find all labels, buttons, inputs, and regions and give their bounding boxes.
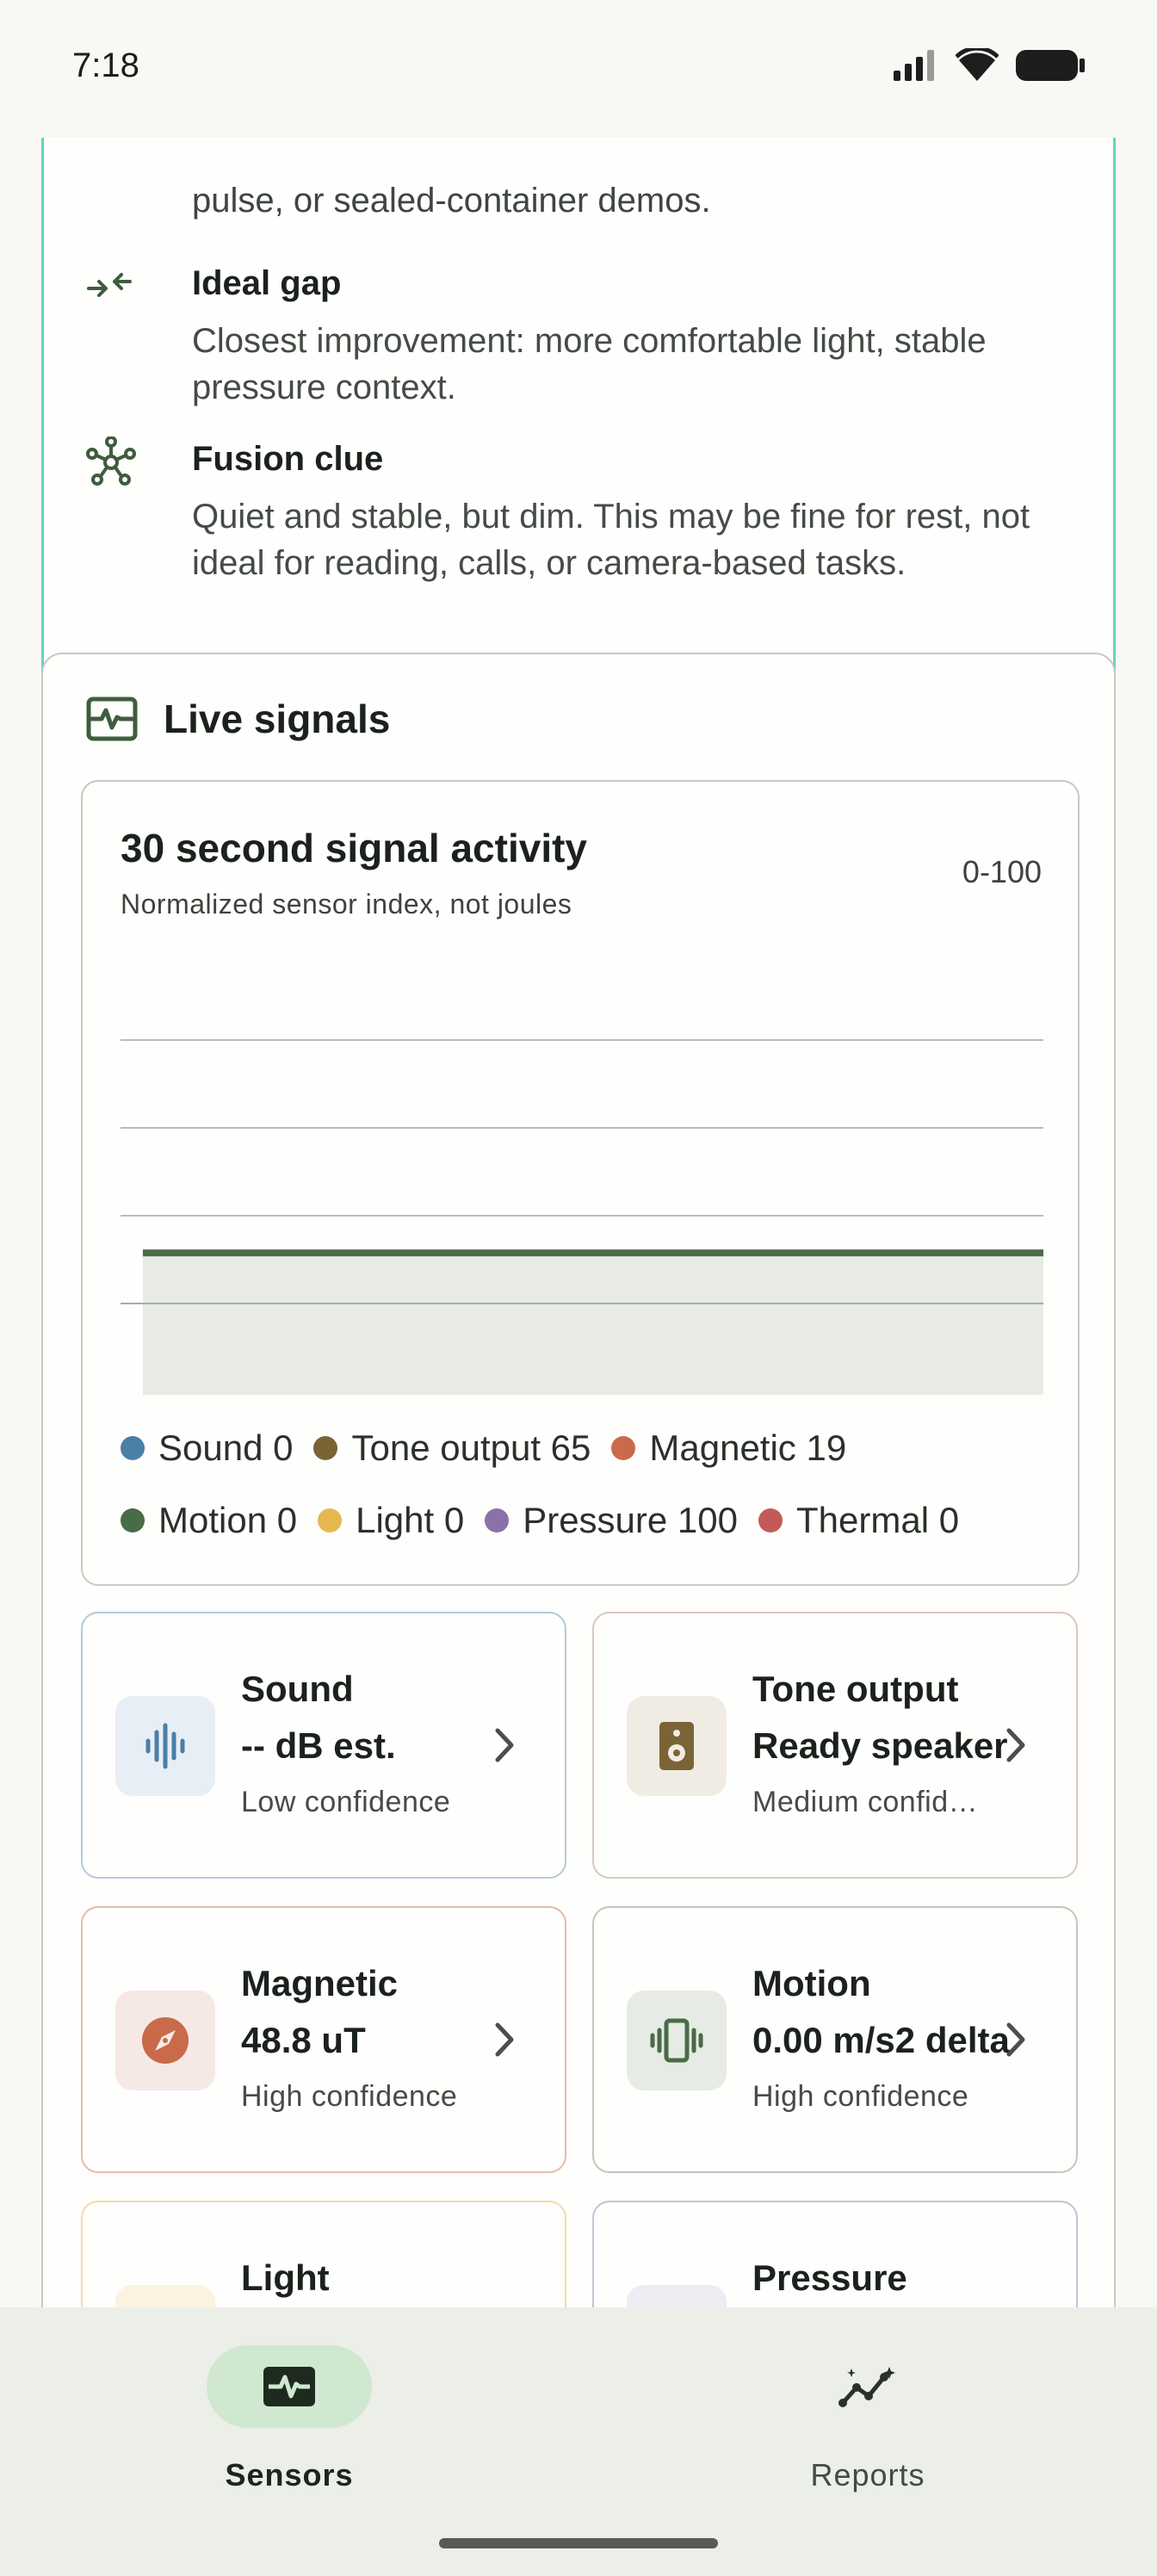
sensor-tile-title: Motion xyxy=(752,1963,871,2003)
sensor-tile-title: Tone output xyxy=(752,1669,959,1709)
status-time: 7:18 xyxy=(72,46,139,84)
hub-icon xyxy=(86,437,136,486)
legend-dot xyxy=(318,1508,343,1533)
chart-plot xyxy=(121,1039,1043,1395)
sensor-tile-confidence: Medium confidence xyxy=(752,1786,985,1818)
pressure-icon xyxy=(627,2285,727,2307)
compass-icon xyxy=(115,1991,215,2090)
compress-arrows-icon xyxy=(87,273,132,297)
sensor-tile-pressure[interactable]: Pressure xyxy=(592,2201,1078,2307)
legend-dot xyxy=(758,1508,783,1533)
legend-label: Pressure 100 xyxy=(523,1500,739,1540)
nav-sensors[interactable]: Sensors xyxy=(160,2345,418,2517)
insights-icon xyxy=(838,2367,895,2407)
scroll-area[interactable]: pulse, or sealed-container demos. Ideal … xyxy=(0,138,1157,2307)
vibration-icon xyxy=(627,1991,727,2090)
chevron-right-icon xyxy=(495,1728,514,1762)
chevron-right-icon xyxy=(495,2022,514,2057)
legend-label: Tone output 65 xyxy=(351,1427,591,1468)
legend-label: Sound 0 xyxy=(158,1427,294,1468)
graphic-eq-icon xyxy=(115,1696,215,1796)
legend-dot xyxy=(485,1508,510,1533)
nav-reports-label: Reports xyxy=(810,2457,925,2492)
sensor-tile-light[interactable]: Light xyxy=(81,2201,566,2307)
legend-label: Magnetic 19 xyxy=(649,1427,847,1468)
legend-item: Magnetic 19 xyxy=(611,1422,846,1474)
legend-dot xyxy=(611,1436,636,1460)
sensor-tile-value: Ready speaker xyxy=(752,1725,1008,1766)
monitor-heart-icon xyxy=(86,697,138,741)
live-signals-card: Live signals 30 second signal activity N… xyxy=(41,653,1116,2307)
chart-legend: Sound 0 Tone output 65 Magnetic 19 Motion 0… xyxy=(121,1422,1050,1546)
ideal-gap-title: Ideal gap xyxy=(192,264,342,302)
nav-reports-pill[interactable] xyxy=(785,2345,950,2428)
legend-dot xyxy=(121,1508,145,1533)
legend-item: Motion 0 xyxy=(121,1495,297,1546)
insight-text-top: pulse, or sealed-container demos. xyxy=(192,182,711,220)
light-icon xyxy=(115,2285,215,2307)
nav-sensors-pill[interactable] xyxy=(207,2345,372,2428)
sensor-tile-confidence: High confidence xyxy=(752,2080,969,2113)
sensor-tile-value: 0.00 m/s2 delta xyxy=(752,2020,1010,2060)
live-signals-header: Live signals xyxy=(86,696,390,742)
sensor-tile-tone-output[interactable]: Tone output Ready speaker Medium confidenc… xyxy=(592,1612,1078,1879)
legend-dot xyxy=(121,1436,145,1460)
chart-area-motion xyxy=(143,1253,1043,1395)
signal-icon xyxy=(894,50,934,81)
battery-icon xyxy=(1016,50,1085,81)
live-signals-title: Live signals xyxy=(164,697,391,741)
legend-label: Thermal 0 xyxy=(796,1500,960,1540)
sensor-tile-confidence: Low confidence xyxy=(241,1786,451,1818)
sensor-tile-title: Pressure xyxy=(752,2257,907,2298)
legend-item: Sound 0 xyxy=(121,1422,293,1474)
legend-label: Motion 0 xyxy=(158,1500,298,1540)
sensor-tile-title: Sound xyxy=(241,1669,354,1709)
wifi-icon xyxy=(956,48,999,81)
legend-item: Tone output 65 xyxy=(313,1422,591,1474)
sensor-tile-value: -- dB est. xyxy=(241,1725,396,1766)
chevron-right-icon xyxy=(1006,2022,1025,2057)
legend-item: Light 0 xyxy=(318,1495,464,1546)
sensor-tile-motion[interactable]: Motion 0.00 m/s2 delta High confidence xyxy=(592,1906,1078,2173)
signal-chart: 30 second signal activity Normalized sen… xyxy=(81,780,1080,1586)
nav-reports[interactable]: Reports xyxy=(739,2345,997,2517)
speaker-icon xyxy=(627,1696,727,1796)
sensor-tile-title: Magnetic xyxy=(241,1963,399,2003)
legend-dot xyxy=(313,1436,338,1460)
sensor-tile-confidence: High confidence xyxy=(241,2080,458,2113)
sensor-tile-magnetic[interactable]: Magnetic 48.8 uT High confidence xyxy=(81,1906,566,2173)
legend-label: Light 0 xyxy=(356,1500,465,1540)
legend-item: Thermal 0 xyxy=(758,1495,959,1546)
legend-item: Pressure 100 xyxy=(485,1495,738,1546)
bottom-nav: Sensors Reports xyxy=(0,2307,1157,2576)
home-indicator xyxy=(439,2538,718,2548)
sensor-tile-value: 48.8 uT xyxy=(241,2020,366,2060)
status-bar: 7:18 xyxy=(0,0,1157,138)
chevron-right-icon xyxy=(1006,1728,1025,1762)
sensor-tile-sound[interactable]: Sound -- dB est. Low confidence xyxy=(81,1612,566,1879)
sensor-tile-title: Light xyxy=(241,2257,330,2298)
monitor-heart-icon xyxy=(263,2367,315,2406)
nav-sensors-label: Sensors xyxy=(225,2457,354,2492)
fusion-clue-body: Quiet and stable, but dim. This may be f… xyxy=(192,498,1030,582)
status-icons xyxy=(894,48,1085,83)
fusion-clue-title: Fusion clue xyxy=(192,440,384,478)
ideal-gap-body: Closest improvement: more comfortable li… xyxy=(192,322,987,406)
